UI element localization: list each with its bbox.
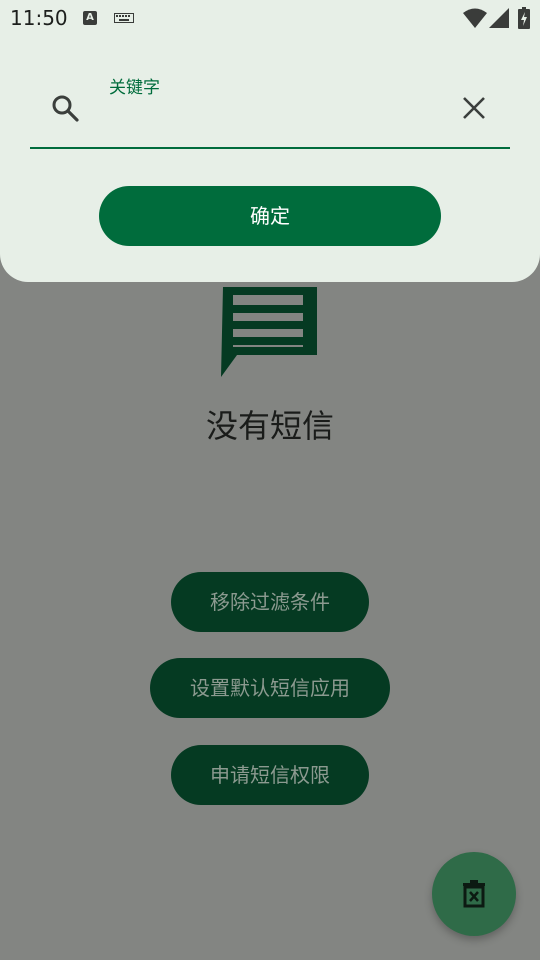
search-icon bbox=[52, 95, 79, 122]
keyword-search-input[interactable] bbox=[109, 101, 439, 131]
confirm-button[interactable]: 确定 bbox=[99, 186, 441, 246]
clear-icon[interactable] bbox=[462, 96, 486, 120]
empty-message-icon bbox=[219, 283, 321, 379]
notification-a-icon: A bbox=[83, 11, 97, 25]
status-time: 11:50 bbox=[10, 6, 68, 30]
keyboard-icon bbox=[114, 13, 134, 23]
empty-state-text: 没有短信 bbox=[205, 407, 334, 445]
wifi-icon bbox=[463, 8, 487, 28]
remove-filter-button[interactable]: 移除过滤条件 bbox=[171, 572, 369, 632]
battery-charging-icon bbox=[518, 7, 530, 29]
delete-icon bbox=[463, 880, 485, 908]
signal-icon bbox=[489, 8, 509, 28]
search-underline bbox=[30, 147, 510, 149]
request-sms-permission-button[interactable]: 申请短信权限 bbox=[171, 745, 369, 805]
status-bar: 11:50 A bbox=[0, 0, 540, 36]
delete-fab[interactable] bbox=[432, 852, 516, 936]
set-default-sms-app-button[interactable]: 设置默认短信应用 bbox=[150, 658, 390, 718]
search-field-label: 关键字 bbox=[109, 78, 160, 98]
search-sheet: 11:50 A 关键字 确定 bbox=[0, 0, 540, 282]
